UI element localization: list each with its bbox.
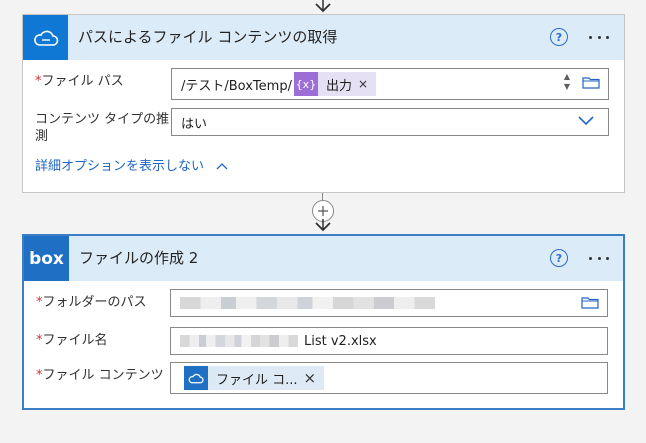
token-label: ファイル コ... [216,372,298,388]
file-name-value: List v2.xlsx [304,333,377,349]
file-path-label: *ファイル パス [35,73,124,90]
help-icon[interactable]: ? [550,249,568,267]
content-type-select[interactable]: はい [171,108,609,136]
card-title: ファイルの作成 2 [79,249,199,267]
advanced-link-text: 詳細オプションを表示しない [35,159,205,174]
help-icon[interactable]: ? [550,28,568,46]
content-type-value: はい [181,116,208,132]
onedrive-cloud-icon [184,366,208,390]
chevron-down-icon[interactable] [578,116,594,126]
folder-icon[interactable] [581,296,599,309]
file-name-label: *ファイル名 [36,332,108,349]
card-title: パスによるファイル コンテンツの取得 [78,28,338,46]
action-card-get-file-content: パスによるファイル コンテンツの取得 ? *ファイル パス /テスト/BoxTe… [22,14,625,193]
folder-path-input[interactable] [170,289,608,317]
action-card-create-file: box ファイルの作成 2 ? *フォルダーのパス *ファイル名 List v2… [22,234,625,410]
scroll-stepper[interactable]: ▲ ▼ [562,72,572,92]
onedrive-cloud-icon [23,15,68,60]
file-path-label-text: ファイル パス [41,74,124,89]
box-logo-icon: box [24,236,69,281]
content-type-label-line2: 測 [35,129,49,144]
content-type-label-line1: コンテンツ タイプの推 [35,112,170,127]
card-header[interactable]: パスによるファイル コンテンツの取得 ? [23,15,624,60]
token-remove-icon[interactable]: × [358,77,376,91]
token-label: 出力 [325,78,352,94]
folder-icon[interactable] [582,76,600,89]
content-type-label: コンテンツ タイプの推 測 [35,111,169,145]
flow-arrow-bottom [315,219,331,232]
output-token[interactable]: {x} 出力 × [293,72,377,96]
redacted-value [180,335,298,347]
card-header[interactable]: box ファイルの作成 2 ? [24,236,623,281]
file-content-label-text: ファイル コンテンツ [42,368,164,383]
file-name-label-text: ファイル名 [42,333,108,348]
file-content-token[interactable]: ファイル コ... × [184,366,325,390]
file-content-label: *ファイル コンテンツ [36,367,164,384]
token-remove-icon[interactable]: × [304,369,325,387]
redacted-value [180,297,435,309]
more-options-icon[interactable] [586,27,612,47]
variable-icon: {x} [293,72,318,96]
file-path-prefix: /テスト/BoxTemp/ [181,78,292,94]
file-content-input[interactable]: ファイル コ... × [170,362,608,394]
folder-path-label-text: フォルダーのパス [42,295,147,310]
file-name-input[interactable]: List v2.xlsx [170,327,608,355]
hide-advanced-options-link[interactable]: 詳細オプションを表示しない [35,155,228,174]
plus-icon [318,206,328,216]
more-options-icon[interactable] [586,248,612,268]
chevron-up-icon [216,163,228,170]
folder-path-label: *フォルダーのパス [36,294,147,311]
file-path-input[interactable]: /テスト/BoxTemp/ {x} 出力 × ▲ ▼ [171,68,609,100]
